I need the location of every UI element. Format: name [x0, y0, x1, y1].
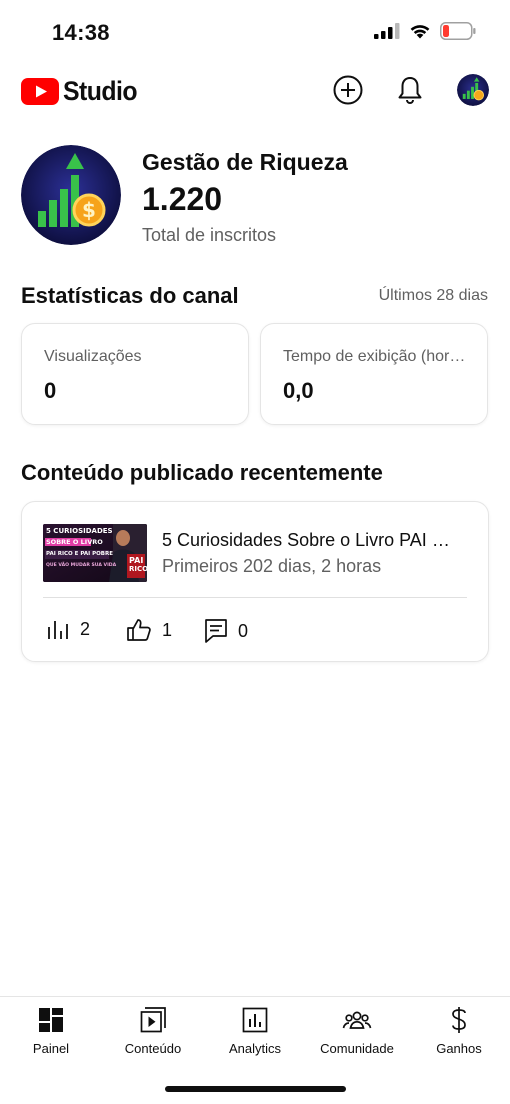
- bell-icon: [398, 77, 422, 104]
- thumbs-up-icon: [127, 619, 151, 641]
- dashboard-icon: [39, 1008, 63, 1032]
- logo-text: Studio: [63, 76, 138, 106]
- svg-text:$: $: [82, 198, 96, 222]
- nav-label: Conteúdo: [124, 1041, 182, 1056]
- battery-low-icon: [440, 22, 476, 40]
- earn-icon: [452, 1007, 466, 1033]
- comments-count: 0: [238, 620, 249, 641]
- wifi-icon: [410, 25, 430, 39]
- views-stat-card[interactable]: Visualizações 0: [21, 323, 249, 425]
- home-indicator[interactable]: [165, 1086, 346, 1092]
- nav-label: Painel: [32, 1041, 70, 1056]
- subscriber-label: Total de inscritos: [142, 225, 277, 245]
- thumbnail-text: SOBRE O LIVRO: [46, 538, 103, 546]
- comments-metric: 0: [204, 618, 248, 644]
- app-header: Studio: [0, 68, 510, 114]
- recent-content-title: Conteúdo publicado recentemente: [21, 460, 383, 485]
- stats-period: Últimos 28 dias: [378, 287, 488, 304]
- channel-avatar-icon: [457, 74, 489, 106]
- watch-time-stat-card[interactable]: Tempo de exibição (horas) 0,0: [260, 323, 488, 425]
- divider: [43, 597, 467, 598]
- channel-name: Gestão de Riqueza: [142, 149, 348, 175]
- channel-summary[interactable]: $ Gestão de Riqueza 1.220 Total de inscr…: [21, 145, 491, 250]
- content-icon: [140, 1007, 166, 1033]
- views-bar-icon: [48, 621, 68, 639]
- cellular-signal-icon: [374, 23, 400, 39]
- create-icon: [333, 75, 363, 105]
- comment-icon: [205, 619, 227, 643]
- stat-label: Tempo de exibição (horas): [283, 348, 469, 365]
- growth-chart-coin-icon: $: [21, 145, 121, 245]
- nav-item-analytics[interactable]: Analytics: [204, 1005, 306, 1056]
- stat-value: 0: [44, 378, 57, 403]
- views-count: 2: [80, 618, 91, 639]
- nav-item-earn[interactable]: Ganhos: [408, 1005, 510, 1056]
- channel-stats-title: Estatísticas do canal: [21, 283, 239, 308]
- video-age: Primeiros 202 dias, 2 horas: [162, 556, 382, 576]
- create-button[interactable]: [332, 74, 364, 106]
- video-thumbnail[interactable]: 5 CURIOSIDADES SOBRE O LIVRO PAI RICO E …: [43, 524, 147, 582]
- nav-item-dashboard[interactable]: Painel: [0, 1005, 102, 1056]
- recent-video-card[interactable]: 5 CURIOSIDADES SOBRE O LIVRO PAI RICO E …: [21, 501, 489, 662]
- thumbnail-badge-text: RICO: [129, 565, 147, 573]
- thumbnail-text: PAI RICO E PAI POBRE: [46, 551, 113, 557]
- channel-avatar: $: [21, 145, 121, 245]
- nav-label: Ganhos: [436, 1041, 482, 1056]
- status-bar: 14:38: [0, 0, 510, 64]
- stat-value: 0,0: [283, 378, 314, 403]
- nav-item-content[interactable]: Conteúdo: [102, 1005, 204, 1056]
- community-icon: [342, 1011, 372, 1029]
- likes-metric: 1: [126, 618, 172, 642]
- status-icons: [374, 22, 476, 40]
- nav-label: Analytics: [228, 1041, 282, 1056]
- likes-count: 1: [162, 619, 173, 640]
- status-time: 14:38: [52, 20, 110, 45]
- analytics-icon: [242, 1007, 268, 1033]
- stat-label: Visualizações: [44, 348, 142, 365]
- thumbnail-text: QUE VÃO MUDAR SUA VIDA: [46, 563, 117, 568]
- video-title[interactable]: 5 Curiosidades Sobre o Livro PAI RICO PA…: [162, 530, 462, 551]
- account-avatar[interactable]: [457, 74, 489, 106]
- subscriber-count: 1.220: [142, 181, 223, 217]
- views-metric: 2: [46, 618, 90, 640]
- thumbnail-text: 5 CURIOSIDADES: [46, 527, 113, 535]
- youtube-play-icon: [21, 78, 59, 105]
- thumbnail-badge-text: PAI: [129, 556, 144, 565]
- nav-label: Comunidade: [320, 1041, 394, 1056]
- nav-item-community[interactable]: Comunidade: [306, 1005, 408, 1056]
- youtube-studio-logo[interactable]: Studio: [21, 76, 143, 107]
- notifications-button[interactable]: [394, 74, 426, 106]
